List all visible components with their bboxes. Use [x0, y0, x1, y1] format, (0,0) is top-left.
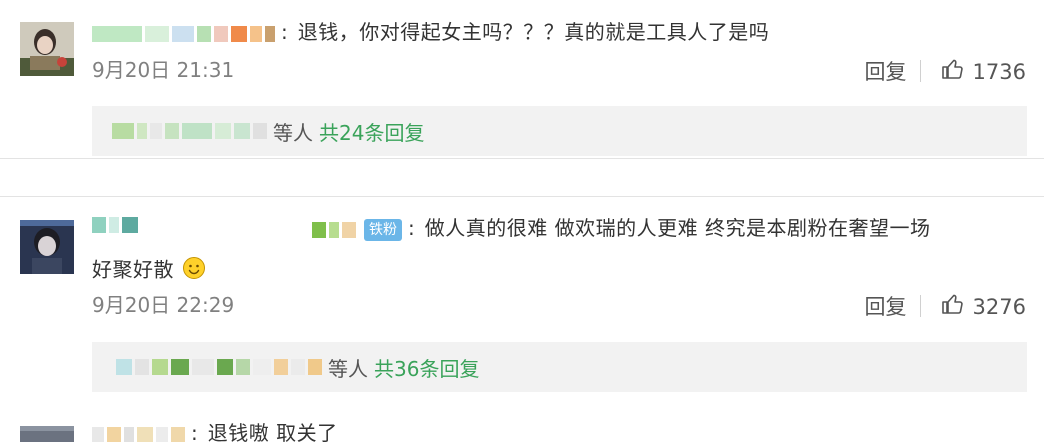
reply-summary[interactable]: 等人 共24条回复 [92, 106, 1027, 156]
separator-line [0, 158, 1044, 159]
colon: : [408, 216, 415, 240]
replier-mosaic [116, 359, 322, 375]
comment-text-line2-row: 好聚好散 [92, 256, 206, 286]
comment-header: : 退钱，你对得起女主吗？？？真的就是工具人了是吗 [92, 19, 769, 45]
like-count: 1736 [972, 60, 1026, 84]
comment-1: : 退钱，你对得起女主吗？？？真的就是工具人了是吗 9月20日 21:31 回复 … [0, 0, 1044, 160]
reply-button[interactable]: 回复 [865, 59, 907, 85]
avatar[interactable] [20, 22, 74, 76]
comment-text: 退钱，你对得起女主吗？？？真的就是工具人了是吗 [297, 20, 770, 44]
reply-others-label: 等人 [273, 120, 313, 145]
comment-3: : 退钱嗷 取关了 [0, 410, 1044, 442]
thumbs-up-icon [941, 292, 965, 322]
like-button[interactable]: 3276 [941, 292, 1026, 322]
reply-count-link[interactable]: 共24条回复 [319, 117, 424, 146]
avatar[interactable] [20, 220, 74, 274]
thumbs-up-icon [941, 57, 965, 87]
action-divider [920, 295, 921, 317]
avatar[interactable] [20, 426, 74, 442]
comment-header: 铁粉: 做人真的很难 做欢瑞的人更难 终究是本剧粉在奢望一场 [312, 215, 930, 241]
colon: : [281, 20, 288, 44]
comment-text-line1: 做人真的很难 做欢瑞的人更难 终究是本剧粉在奢望一场 [424, 216, 931, 240]
username-mosaic-2 [312, 221, 356, 238]
like-count: 3276 [972, 295, 1026, 319]
comment-time: 9月20日 22:29 [92, 293, 235, 317]
fan-badge: 铁粉 [364, 218, 402, 241]
comment-actions: 回复 3276 [865, 292, 1026, 322]
comment-header: : 退钱嗷 取关了 [92, 420, 338, 442]
reply-summary[interactable]: 等人 共36条回复 [92, 342, 1027, 392]
username-row [92, 210, 138, 236]
comment-text-line2: 好聚好散 [92, 257, 174, 282]
reply-others-label: 等人 [328, 356, 368, 381]
username-mosaic[interactable] [92, 216, 138, 233]
comment-actions: 回复 1736 [865, 57, 1026, 87]
colon: : [191, 421, 198, 442]
comment-time: 9月20日 21:31 [92, 58, 235, 82]
reply-count-link[interactable]: 共36条回复 [374, 353, 479, 382]
comment-text: 退钱嗷 取关了 [207, 421, 338, 442]
reply-button[interactable]: 回复 [865, 294, 907, 320]
action-divider [920, 60, 921, 82]
replier-mosaic [112, 123, 267, 139]
comment-2: 铁粉: 做人真的很难 做欢瑞的人更难 终究是本剧粉在奢望一场 好聚好散 9月20日… [0, 196, 1044, 396]
username-mosaic[interactable] [92, 25, 275, 42]
username-mosaic[interactable] [92, 426, 185, 442]
smile-emoji-icon [182, 256, 206, 286]
like-button[interactable]: 1736 [941, 57, 1026, 87]
